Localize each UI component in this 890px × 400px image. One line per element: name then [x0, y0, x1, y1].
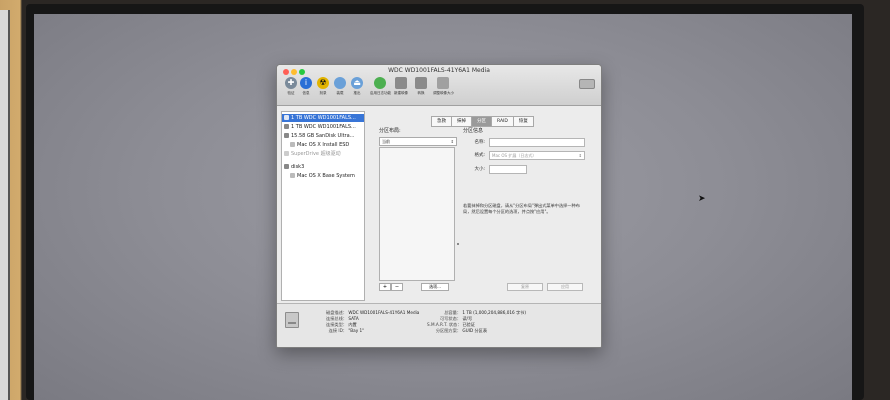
toolbar-convert-button[interactable]: 转换: [411, 77, 431, 96]
sidebar-item-disk0[interactable]: 1 TB WDC WD1001FALS...: [282, 114, 364, 122]
log-button[interactable]: [579, 79, 595, 89]
sidebar-item-superdrive[interactable]: SuperDrive 超级驱动: [282, 150, 364, 158]
size-field[interactable]: [489, 165, 527, 174]
toolbar-new-image-button[interactable]: 新建映像: [391, 77, 411, 96]
remove-partition-button[interactable]: −: [391, 283, 403, 291]
sidebar-item-label: disk3: [291, 164, 305, 170]
tab-restore[interactable]: 恢复: [512, 116, 534, 127]
format-select[interactable]: Mac OS 扩展（日志式） ⇕: [489, 151, 585, 160]
window-title: WDC WD1001FALS-41Y6A1 Media: [388, 67, 490, 74]
info-value: GUID 分区表: [462, 328, 488, 333]
info-value: SATA: [348, 316, 359, 321]
usb-disk-icon: [284, 133, 289, 138]
sidebar-item-base-system[interactable]: Mac OS X Base System: [282, 172, 370, 180]
partition-layout-title: 分区布局:: [379, 128, 401, 134]
disk-utility-window: WDC WD1001FALS-41Y6A1 Media ✚ 验证 i 信息 ☢ …: [276, 64, 602, 348]
adjacent-monitor-edge: [0, 10, 10, 400]
info-value: "Bay 1": [348, 328, 365, 333]
sidebar-item-label: 15.58 GB SanDisk Ultra...: [291, 133, 355, 139]
sidebar-item-disk3[interactable]: disk3: [282, 163, 364, 171]
info-value: 读/写: [462, 316, 473, 321]
zoom-button[interactable]: [299, 69, 305, 75]
hard-disk-icon: [285, 312, 299, 328]
info-value: 1 TB (1,000,204,886,016 字节): [462, 310, 527, 315]
chevron-updown-icon: ⇕: [450, 139, 454, 144]
info-value: 内置: [348, 322, 357, 327]
sidebar-item-label: 1 TB WDC WD1001FALS...: [291, 124, 356, 130]
close-button[interactable]: [283, 69, 289, 75]
toolbar-enable-journaling-label: 启用日志功能: [370, 91, 391, 95]
tab-erase[interactable]: 抹掉: [451, 116, 472, 127]
burn-icon: ☢: [317, 77, 329, 89]
disk-list-sidebar: 1 TB WDC WD1001FALS... 1 TB WDC WD1001FA…: [281, 111, 365, 301]
info-row: 连接 ID： "Bay 1": [311, 328, 364, 334]
enable-journaling-icon: [374, 77, 386, 89]
info-icon: i: [300, 77, 312, 89]
sidebar-item-sandisk[interactable]: 15.58 GB SanDisk Ultra...: [282, 132, 364, 140]
tab-partition[interactable]: 分区: [471, 116, 492, 127]
tab-raid[interactable]: RAID: [491, 116, 514, 127]
hard-disk-icon: [284, 124, 289, 129]
tab-bar: 急救 抹掉 分区 RAID 恢复: [431, 107, 534, 127]
disk-info-bar: 磁盘描述： WDC WD1001FALS-41Y6A1 Media 连接总线： …: [277, 303, 601, 347]
convert-icon: [415, 77, 427, 89]
toolbar-eject-label: 推出: [353, 91, 361, 95]
partition-layout-value: 当前: [382, 139, 390, 144]
partition-description: 若要抹掉和分区磁盘，请从"分区布局"弹出式菜单中选择一种布局，然后设置每个分区的…: [463, 203, 580, 214]
toolbar-convert-label: 转换: [417, 91, 425, 95]
toolbar-resize-image-button[interactable]: 调整映像大小: [433, 77, 454, 96]
chevron-updown-icon: ⇕: [578, 153, 582, 158]
name-field[interactable]: [489, 138, 585, 147]
revert-button[interactable]: 复原: [507, 283, 543, 291]
resize-image-icon: [437, 77, 449, 89]
optical-drive-icon: [284, 151, 289, 156]
volume-icon: [290, 173, 295, 178]
sidebar-item-label: Mac OS X Install ESD: [297, 142, 350, 148]
toolbar-eject-button[interactable]: ⏏ 推出: [347, 77, 367, 96]
sidebar-item-label: 1 TB WDC WD1001FALS...: [291, 115, 356, 121]
sidebar-item-install-esd[interactable]: Mac OS X Install ESD: [282, 141, 370, 149]
toolbar-resize-image-label: 调整映像大小: [433, 91, 454, 95]
eject-icon: ⏏: [351, 77, 363, 89]
partition-panel: 急救 抹掉 分区 RAID 恢复 分区布局: 当前 ⇕ + − 选项... 分区信息 名…: [371, 107, 595, 299]
minimize-button[interactable]: [291, 69, 297, 75]
tab-first-aid[interactable]: 急救: [431, 116, 452, 127]
sidebar-item-label: Mac OS X Base System: [297, 173, 355, 179]
title-bar[interactable]: WDC WD1001FALS-41Y6A1 Media ✚ 验证 i 信息 ☢ …: [277, 65, 601, 106]
toolbar-enable-journaling-button[interactable]: 启用日志功能: [370, 77, 391, 96]
volume-icon: [290, 142, 295, 147]
options-button[interactable]: 选项...: [421, 283, 449, 291]
apply-button[interactable]: 应用: [547, 283, 583, 291]
add-partition-button[interactable]: +: [379, 283, 391, 291]
format-value: Mac OS 扩展（日志式）: [492, 153, 537, 158]
format-label: 格式:: [474, 153, 485, 158]
sidebar-item-label: SuperDrive 超级驱动: [291, 151, 341, 157]
info-key: 分区图方案：: [435, 328, 461, 333]
toolbar-new-image-label: 新建映像: [394, 91, 408, 95]
size-label: 大小:: [474, 167, 485, 172]
hard-disk-icon: [284, 115, 289, 120]
name-label: 名称:: [474, 140, 485, 145]
partition-layout-select[interactable]: 当前 ⇕: [379, 137, 457, 146]
mouse-pointer-icon: ➤: [698, 194, 706, 204]
info-value: WDC WD1001FALS-41Y6A1 Media: [348, 310, 420, 315]
split-handle[interactable]: [457, 243, 459, 245]
disk-image-icon: [284, 164, 289, 169]
info-row: 分区图方案： GUID 分区表: [427, 328, 487, 334]
sidebar-item-disk1[interactable]: 1 TB WDC WD1001FALS...: [282, 123, 364, 131]
info-key: 连接 ID：: [328, 328, 347, 333]
partition-info-title: 分区信息: [463, 128, 484, 134]
info-value: 已验证: [462, 322, 475, 327]
mount-icon: [334, 77, 346, 89]
partition-layout-diagram[interactable]: [379, 147, 455, 281]
new-image-icon: [395, 77, 407, 89]
